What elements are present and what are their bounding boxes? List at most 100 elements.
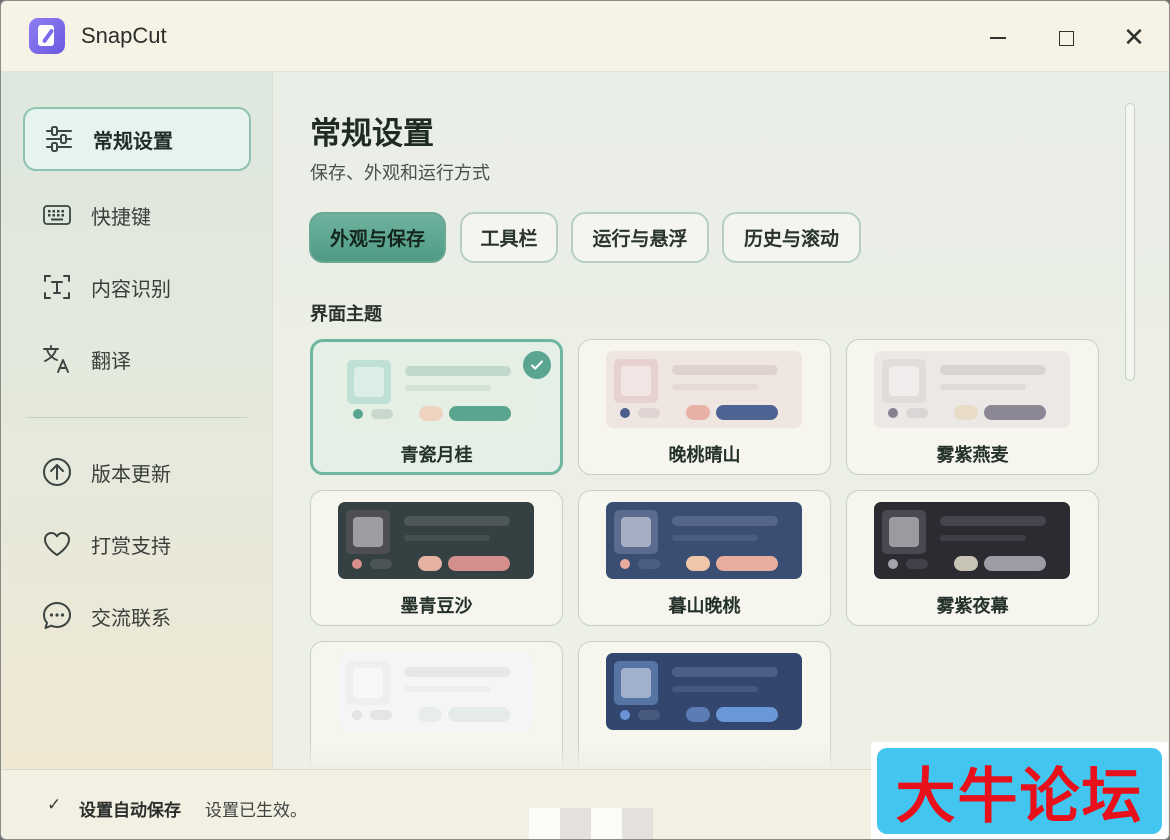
page-title: 常规设置 bbox=[310, 116, 434, 152]
preview-button-pill bbox=[716, 405, 778, 420]
preview-text-line bbox=[940, 384, 1026, 390]
sidebar-item-update[interactable]: 版本更新 bbox=[23, 440, 251, 504]
sidebar-item-label: 常规设置 bbox=[93, 128, 173, 153]
preview-pill bbox=[686, 556, 710, 571]
preview-button-pill bbox=[448, 707, 510, 722]
preview-pill bbox=[954, 405, 978, 420]
preview-image-placeholder bbox=[614, 510, 658, 554]
preview-image-placeholder bbox=[346, 661, 390, 705]
preview-title-line bbox=[404, 516, 510, 526]
keyboard-icon bbox=[41, 199, 73, 231]
watermark: 大牛论坛 bbox=[871, 742, 1168, 839]
theme-card[interactable]: 晚桃晴山 bbox=[578, 339, 831, 475]
preview-text-line bbox=[404, 686, 490, 692]
theme-card[interactable]: 雾紫夜幕 bbox=[846, 490, 1099, 626]
sidebar-item-ocr[interactable]: 内容识别 bbox=[23, 255, 251, 319]
preview-pill bbox=[370, 559, 392, 569]
watermark-text: 大牛论坛 bbox=[895, 761, 1144, 832]
status-message: 设置已生效。 bbox=[205, 801, 307, 821]
sidebar-item-label: 版本更新 bbox=[91, 461, 171, 486]
sidebar-item-contact[interactable]: 交流联系 bbox=[23, 584, 251, 648]
preview-dot bbox=[620, 710, 630, 720]
preview-image-placeholder bbox=[614, 359, 658, 403]
title-bar[interactable]: SnapCut ✕ bbox=[1, 1, 1169, 72]
preview-dot bbox=[353, 409, 363, 419]
tab-appearance-save[interactable]: 外观与保存 bbox=[309, 212, 446, 263]
preview-pill bbox=[370, 710, 392, 720]
sidebar-item-donate[interactable]: 打赏支持 bbox=[23, 512, 251, 576]
preview-title-line bbox=[672, 667, 778, 677]
preview-image-placeholder bbox=[614, 661, 658, 705]
app-title: SnapCut bbox=[81, 23, 167, 48]
preview-pill bbox=[686, 405, 710, 420]
sidebar: 常规设置 快捷键 内容识别 翻译 版本更新 打赏支持 交流联系 bbox=[1, 72, 273, 769]
preview-pill bbox=[638, 710, 660, 720]
theme-card[interactable]: 暮山晚桃 bbox=[578, 490, 831, 626]
preview-pill bbox=[638, 559, 660, 569]
theme-preview bbox=[339, 352, 535, 429]
theme-preview bbox=[338, 502, 534, 579]
preview-button-pill bbox=[716, 707, 778, 722]
preview-pill bbox=[906, 559, 928, 569]
theme-card[interactable]: 墨青豆沙 bbox=[310, 490, 563, 626]
preview-title-line bbox=[672, 516, 778, 526]
preview-image-placeholder bbox=[346, 510, 390, 554]
preview-button-pill bbox=[449, 406, 511, 421]
close-icon: ✕ bbox=[1123, 23, 1145, 53]
preview-title-line bbox=[672, 365, 778, 375]
decor-block bbox=[529, 808, 560, 839]
minimize-button[interactable] bbox=[983, 23, 1013, 53]
maximize-button[interactable] bbox=[1051, 23, 1081, 53]
preview-text-line bbox=[940, 535, 1026, 541]
theme-card[interactable]: 雾紫燕麦 bbox=[846, 339, 1099, 475]
main-content: 常规设置 保存、外观和运行方式 外观与保存 工具栏 运行与悬浮 历史与滚动 界面… bbox=[274, 72, 1169, 769]
minimize-icon bbox=[990, 37, 1006, 39]
preview-text-line bbox=[404, 535, 490, 541]
preview-image-placeholder bbox=[882, 510, 926, 554]
watermark-panel: 大牛论坛 bbox=[877, 748, 1162, 834]
tab-history-scroll[interactable]: 历史与滚动 bbox=[722, 212, 861, 263]
preview-dot bbox=[888, 408, 898, 418]
arrow-up-circle-icon bbox=[41, 456, 73, 488]
sidebar-item-label: 快捷键 bbox=[91, 204, 151, 229]
translate-icon bbox=[41, 343, 73, 375]
preview-button-pill bbox=[448, 556, 510, 571]
preview-pill bbox=[418, 707, 442, 722]
page-subtitle: 保存、外观和运行方式 bbox=[310, 163, 490, 184]
theme-preview bbox=[606, 502, 802, 579]
preview-title-line bbox=[940, 516, 1046, 526]
preview-pill bbox=[954, 556, 978, 571]
preview-pill bbox=[686, 707, 710, 722]
text-scan-icon bbox=[41, 271, 73, 303]
theme-preview bbox=[338, 653, 534, 730]
preview-dot bbox=[620, 559, 630, 569]
preview-image-placeholder bbox=[347, 360, 391, 404]
preview-button-pill bbox=[984, 556, 1046, 571]
preview-pill bbox=[906, 408, 928, 418]
preview-button-pill bbox=[984, 405, 1046, 420]
check-icon: ✓ bbox=[47, 795, 62, 815]
preview-text-line bbox=[672, 535, 758, 541]
tab-run-float[interactable]: 运行与悬浮 bbox=[571, 212, 709, 263]
preview-button-pill bbox=[716, 556, 778, 571]
close-button[interactable]: ✕ bbox=[1119, 23, 1149, 53]
theme-preview bbox=[874, 502, 1070, 579]
status-autosave: 设置自动保存 bbox=[79, 801, 181, 821]
preview-dot bbox=[352, 710, 362, 720]
theme-name: 暮山晚桃 bbox=[668, 596, 741, 617]
preview-dot bbox=[888, 559, 898, 569]
theme-card[interactable]: 青瓷月桂 bbox=[310, 339, 563, 475]
sidebar-item-translate[interactable]: 翻译 bbox=[23, 327, 251, 391]
preview-image-placeholder bbox=[882, 359, 926, 403]
app-window: SnapCut ✕ 常规设置 快捷键 内容识别 翻译 版本更新 打赏支持 交流联… bbox=[0, 0, 1170, 840]
sidebar-item-shortcuts[interactable]: 快捷键 bbox=[23, 183, 251, 247]
scrollbar[interactable] bbox=[1125, 103, 1135, 381]
sidebar-item-label: 打赏支持 bbox=[91, 533, 171, 558]
tab-toolbar[interactable]: 工具栏 bbox=[460, 212, 558, 263]
chat-bubble-icon bbox=[41, 600, 73, 632]
preview-title-line bbox=[940, 365, 1046, 375]
theme-preview bbox=[606, 351, 802, 428]
theme-name: 青瓷月桂 bbox=[400, 445, 473, 466]
decor-block bbox=[622, 808, 653, 839]
sidebar-item-general[interactable]: 常规设置 bbox=[23, 107, 251, 171]
